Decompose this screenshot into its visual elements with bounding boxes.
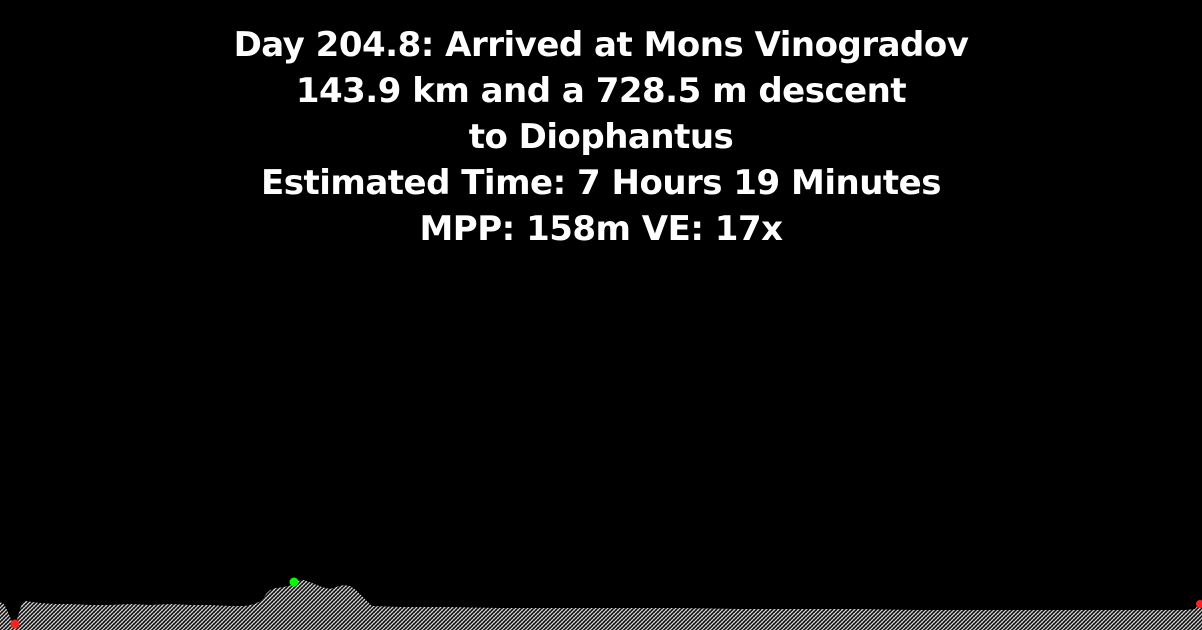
elevation-profile <box>0 577 1202 630</box>
route-caption: Day 204.8: Arrived at Mons Vinogradov 14… <box>0 22 1202 252</box>
caption-mpp-ve: MPP: 158m VE: 17x <box>419 209 783 249</box>
caption-destination: to Diophantus <box>468 117 734 157</box>
caption-day-arrival: Day 204.8: Arrived at Mons Vinogradov <box>233 25 969 65</box>
route-start-marker <box>10 619 20 629</box>
caption-distance-descent: 143.9 km and a 728.5 m descent <box>295 71 907 111</box>
caption-estimated-time: Estimated Time: 7 Hours 19 Minutes <box>261 163 941 203</box>
terrain-silhouette <box>0 580 1202 630</box>
current-position-marker <box>289 577 299 587</box>
